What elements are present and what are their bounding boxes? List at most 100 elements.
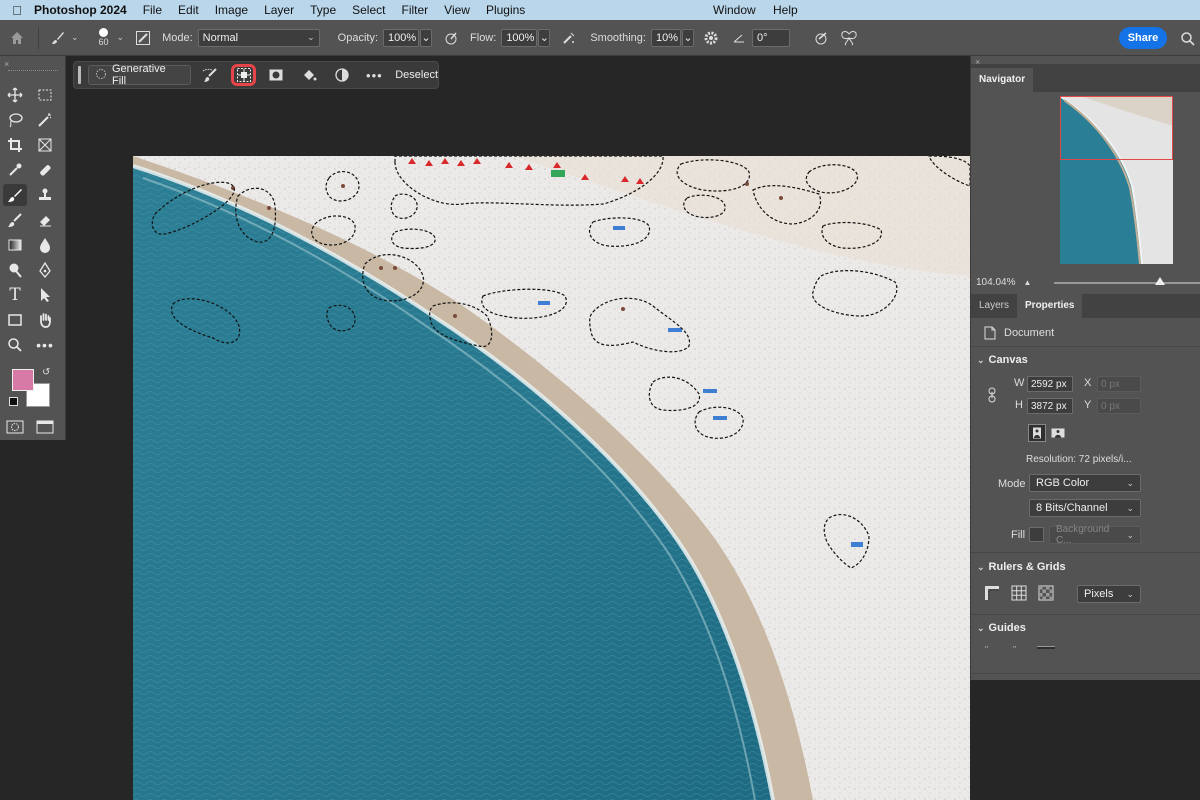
taskbar-grip[interactable] bbox=[78, 66, 81, 84]
brush-settings-icon[interactable] bbox=[132, 27, 154, 49]
brush-size-picker[interactable]: 60 bbox=[93, 28, 115, 47]
path-selection-tool-icon[interactable] bbox=[33, 284, 57, 306]
zoom-out-icon[interactable]: ▲ bbox=[1023, 278, 1031, 287]
fill-color-swatch[interactable] bbox=[1029, 527, 1044, 542]
menu-layer[interactable]: Layer bbox=[264, 3, 294, 17]
guide-color-icon[interactable] bbox=[1037, 646, 1055, 649]
history-brush-tool-icon[interactable] bbox=[3, 209, 27, 231]
menu-filter[interactable]: Filter bbox=[401, 3, 428, 17]
menu-file[interactable]: File bbox=[143, 3, 162, 17]
mode-select[interactable]: Normal ⌄ bbox=[197, 28, 320, 47]
zoom-slider[interactable] bbox=[1054, 282, 1200, 284]
brush-tool-icon[interactable] bbox=[3, 184, 27, 206]
gradient-tool-icon[interactable] bbox=[3, 234, 27, 256]
menu-select[interactable]: Select bbox=[352, 3, 385, 17]
quick-mask-icon[interactable] bbox=[3, 416, 27, 438]
menu-type[interactable]: Type bbox=[310, 3, 336, 17]
grid-icon[interactable] bbox=[1010, 584, 1028, 602]
menu-image[interactable]: Image bbox=[215, 3, 248, 17]
menu-plugins[interactable]: Plugins bbox=[486, 3, 525, 17]
menu-edit[interactable]: Edit bbox=[178, 3, 199, 17]
flow-input[interactable]: 100% bbox=[501, 28, 538, 47]
pixel-grid-icon[interactable] bbox=[1037, 584, 1055, 602]
pressure-size-icon[interactable] bbox=[810, 27, 832, 49]
lasso-tool-icon[interactable] bbox=[3, 109, 27, 131]
dodge-tool-icon[interactable] bbox=[3, 259, 27, 281]
color-mode-select[interactable]: RGB Color ⌄ bbox=[1029, 474, 1141, 492]
height-field[interactable]: 3872 px bbox=[1027, 398, 1073, 414]
adjustment-layer-icon[interactable] bbox=[329, 64, 355, 86]
gear-icon[interactable] bbox=[700, 27, 722, 49]
rulers-section-header[interactable]: ⌄ Rulers & Grids bbox=[977, 561, 1066, 573]
magic-wand-tool-icon[interactable] bbox=[33, 109, 57, 131]
eyedropper-tool-icon[interactable] bbox=[3, 159, 27, 181]
tab-navigator[interactable]: Navigator bbox=[971, 68, 1034, 92]
link-dimensions-icon[interactable] bbox=[983, 386, 1001, 404]
selection-mask-icon[interactable] bbox=[263, 64, 289, 86]
panel-grip[interactable] bbox=[8, 70, 58, 72]
zoom-slider-knob[interactable] bbox=[1155, 277, 1166, 285]
eraser-tool-icon[interactable] bbox=[33, 209, 57, 231]
portrait-orientation-icon[interactable] bbox=[1028, 424, 1046, 442]
home-icon[interactable] bbox=[6, 27, 28, 49]
fill-selection-icon[interactable] bbox=[296, 64, 322, 86]
app-name-menu[interactable]: Photoshop 2024 bbox=[34, 3, 127, 17]
brush-preset-icon[interactable] bbox=[47, 27, 69, 49]
canvas-section-header[interactable]: ⌄ Canvas bbox=[977, 354, 1028, 366]
guides-section-header[interactable]: ⌄ Guides bbox=[977, 622, 1026, 634]
deselect-button[interactable]: Deselect bbox=[395, 69, 438, 81]
opacity-input[interactable]: 100% bbox=[383, 28, 420, 47]
zoom-tool-icon[interactable] bbox=[3, 334, 27, 356]
smoothing-dropdown-chevron[interactable]: ⌄ bbox=[681, 28, 694, 47]
menu-view[interactable]: View bbox=[444, 3, 470, 17]
menu-help[interactable]: Help bbox=[773, 3, 798, 17]
blur-tool-icon[interactable] bbox=[33, 234, 57, 256]
modify-selection-brush-icon[interactable] bbox=[198, 64, 224, 86]
guide-icon[interactable]: ′′ bbox=[1013, 645, 1016, 654]
fill-select[interactable]: Background C... ⌄ bbox=[1049, 524, 1141, 546]
move-tool-icon[interactable] bbox=[3, 84, 27, 106]
ruler-units-select[interactable]: Pixels ⌄ bbox=[1077, 585, 1141, 603]
menu-window[interactable]: Window bbox=[713, 3, 756, 17]
document-canvas[interactable] bbox=[133, 156, 970, 800]
close-panel-icon[interactable]: × bbox=[4, 59, 9, 69]
default-colors-icon[interactable] bbox=[9, 397, 18, 406]
width-field[interactable]: 2592 px bbox=[1027, 376, 1073, 392]
screen-mode-icon[interactable] bbox=[33, 416, 57, 438]
flow-dropdown-chevron[interactable]: ⌄ bbox=[538, 28, 551, 47]
marquee-tool-icon[interactable] bbox=[33, 84, 57, 106]
opacity-dropdown-chevron[interactable]: ⌄ bbox=[420, 28, 433, 47]
select-subject-icon[interactable] bbox=[230, 64, 257, 86]
rectangle-tool-icon[interactable] bbox=[3, 309, 27, 331]
clone-stamp-tool-icon[interactable] bbox=[33, 184, 57, 206]
guide-icon[interactable]: ′′ bbox=[985, 645, 988, 654]
rulers-icon[interactable] bbox=[983, 584, 1001, 602]
airbrush-icon[interactable] bbox=[558, 27, 580, 49]
apple-icon[interactable]:  bbox=[0, 3, 34, 18]
tab-properties[interactable]: Properties bbox=[1017, 294, 1083, 318]
zoom-value[interactable]: 104.04% bbox=[976, 277, 1015, 288]
symmetry-butterfly-icon[interactable] bbox=[838, 27, 860, 49]
type-tool-icon[interactable]: T bbox=[3, 284, 27, 306]
swap-colors-icon[interactable]: ↺ bbox=[42, 367, 50, 378]
search-icon[interactable] bbox=[1177, 28, 1199, 50]
more-options-icon[interactable]: ••• bbox=[362, 64, 388, 86]
navigator-view-box[interactable] bbox=[1060, 96, 1173, 160]
pressure-opacity-icon[interactable] bbox=[440, 27, 462, 49]
foreground-color-swatch[interactable] bbox=[12, 369, 34, 391]
share-button[interactable]: Share bbox=[1119, 27, 1167, 49]
more-tools-icon[interactable]: ••• bbox=[33, 334, 57, 356]
pen-tool-icon[interactable] bbox=[33, 259, 57, 281]
smoothing-input[interactable]: 10% bbox=[650, 28, 681, 47]
chevron-down-icon[interactable]: ⌄ bbox=[71, 32, 79, 43]
landscape-orientation-icon[interactable] bbox=[1049, 424, 1067, 442]
x-field[interactable]: 0 px bbox=[1097, 376, 1141, 392]
healing-brush-tool-icon[interactable] bbox=[33, 159, 57, 181]
crop-tool-icon[interactable] bbox=[3, 134, 27, 156]
chevron-down-icon[interactable]: ⌄ bbox=[117, 32, 125, 43]
angle-input[interactable]: 0° bbox=[751, 28, 790, 47]
generative-fill-button[interactable]: Generative Fill bbox=[87, 63, 191, 87]
y-field[interactable]: 0 px bbox=[1097, 398, 1141, 414]
frame-tool-icon[interactable] bbox=[33, 134, 57, 156]
hand-tool-icon[interactable] bbox=[33, 309, 57, 331]
